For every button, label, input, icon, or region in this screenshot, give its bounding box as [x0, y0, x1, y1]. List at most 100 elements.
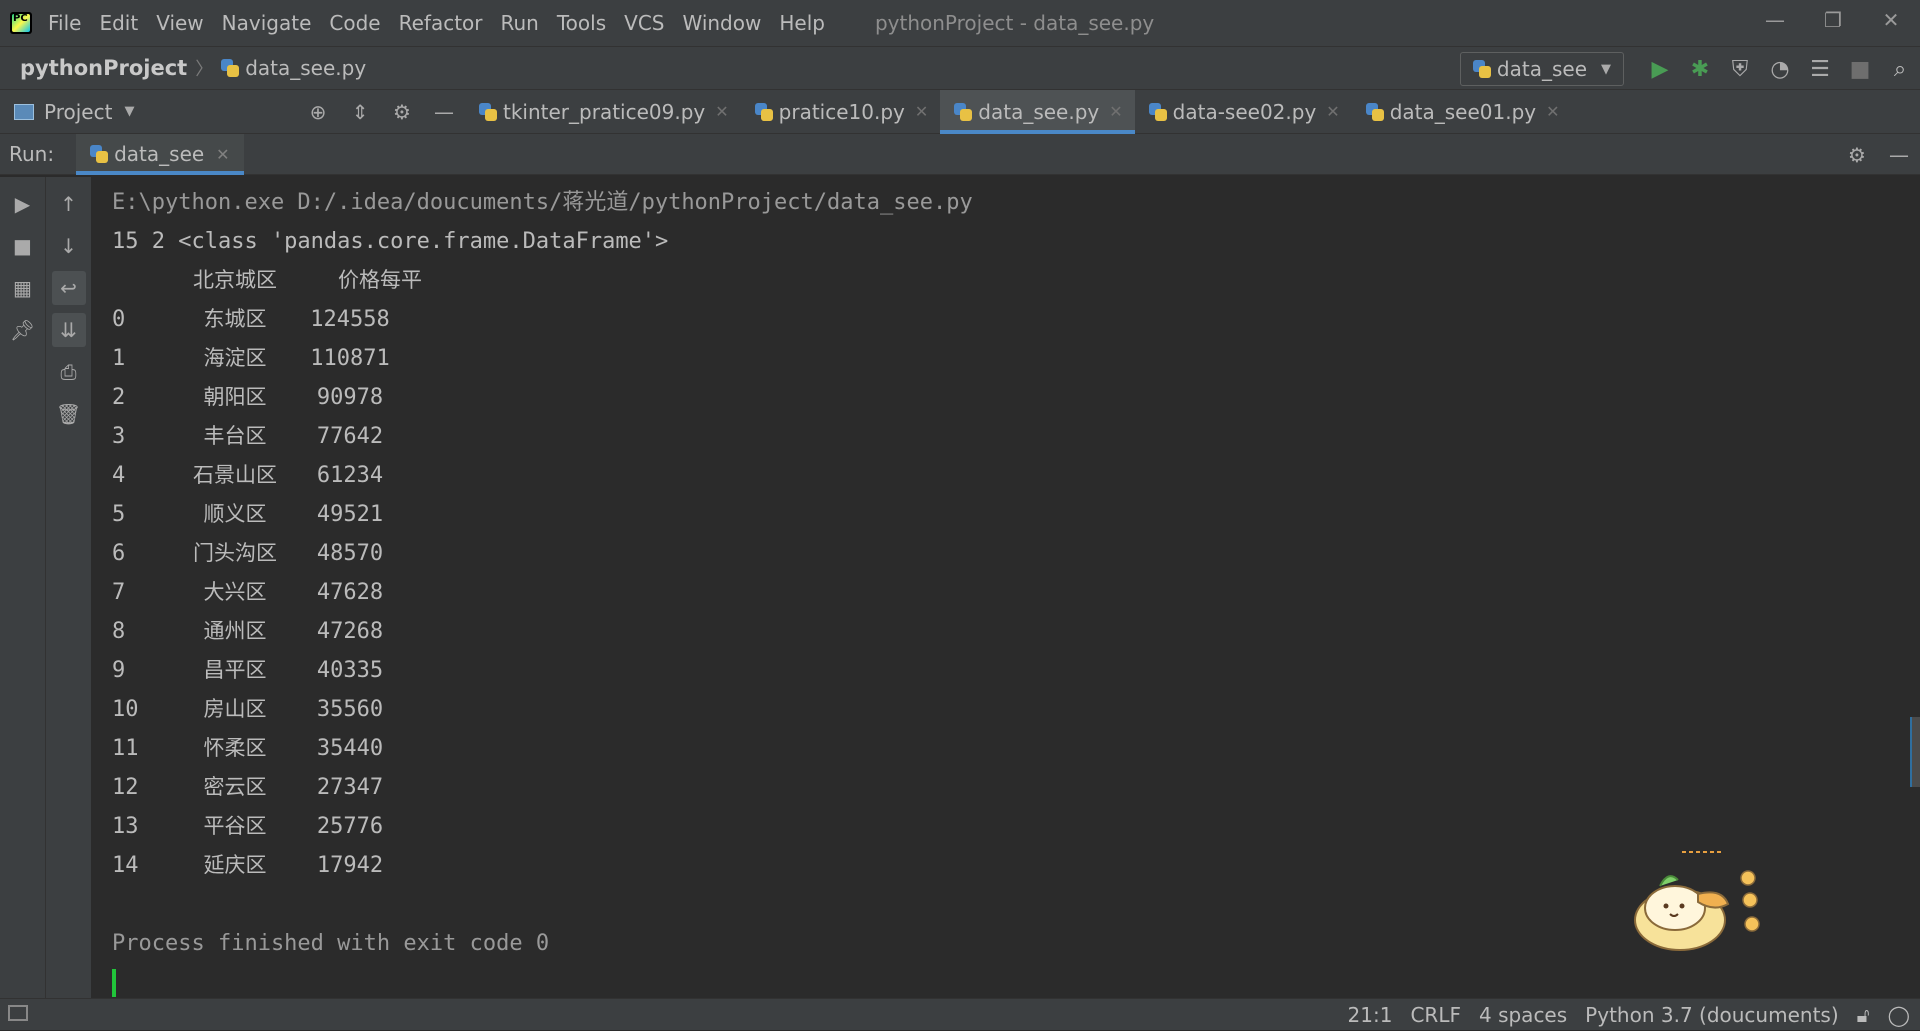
- row-index: 0: [112, 307, 126, 332]
- tab-data-see01[interactable]: data_see01.py ✕: [1352, 90, 1572, 134]
- title-bar: PC File Edit View Navigate Code Refactor…: [0, 0, 1920, 46]
- locate-icon[interactable]: ⊕: [297, 100, 339, 124]
- close-window-icon[interactable]: ✕: [1862, 0, 1920, 40]
- dataframe-row: 5 顺义区 49521: [112, 495, 1920, 534]
- row-index: 9: [112, 658, 126, 683]
- row-price: 47268: [316, 619, 384, 644]
- status-indent[interactable]: 4 spaces: [1479, 1003, 1567, 1027]
- status-line-ending[interactable]: CRLF: [1410, 1003, 1461, 1027]
- menu-navigate[interactable]: Navigate: [222, 11, 312, 35]
- row-district: 延庆区: [203, 853, 267, 877]
- run-toolbar: data_see ▼ ▶ ✱ ⛨ ◔ ☰ ■ ⌕: [1459, 47, 1920, 91]
- scrollbar-thumb[interactable]: [1910, 717, 1920, 787]
- row-price: 110871: [310, 346, 390, 371]
- menu-run[interactable]: Run: [501, 11, 539, 35]
- run-panel-label: Run:: [9, 142, 55, 166]
- python-file-icon: [1148, 102, 1167, 121]
- menu-view[interactable]: View: [156, 11, 203, 35]
- menu-tools[interactable]: Tools: [557, 11, 606, 35]
- run-tab-data-see[interactable]: data_see ✕: [76, 133, 245, 175]
- hide-icon[interactable]: —: [423, 100, 465, 124]
- print-icon[interactable]: ⎙: [52, 355, 86, 389]
- dataframe-row: 0 东城区 124558: [112, 300, 1920, 339]
- pin-icon[interactable]: 📌︎: [6, 313, 40, 347]
- menu-window[interactable]: Window: [682, 11, 761, 35]
- row-index: 14: [112, 853, 139, 878]
- minimize-icon[interactable]: —: [1746, 0, 1804, 40]
- dataframe-row: 8 通州区 47268: [112, 612, 1920, 651]
- python-file-icon: [1365, 102, 1384, 121]
- lock-icon[interactable]: 🔓︎: [1857, 1003, 1870, 1027]
- hide-icon[interactable]: —: [1878, 143, 1920, 167]
- row-price: 25776: [316, 814, 384, 839]
- soft-wrap-icon[interactable]: ↩: [51, 271, 86, 305]
- row-district: 朝阳区: [203, 385, 267, 409]
- python-file-icon: [754, 102, 773, 121]
- row-district: 丰台区: [203, 424, 267, 448]
- column-district: 北京城区: [193, 268, 277, 292]
- tab-data-see[interactable]: data_see.py ✕: [940, 89, 1136, 134]
- close-icon[interactable]: ✕: [1109, 102, 1122, 121]
- search-icon[interactable]: ⌕: [1880, 49, 1920, 89]
- console-caret: [112, 969, 116, 997]
- tab-pratice10[interactable]: pratice10.py ✕: [741, 90, 941, 134]
- dataframe-rows: 0 东城区 124558 1 海淀区 110871 2 朝阳区 90978 3 丰台区 77642 4 石…: [112, 300, 1920, 885]
- menu-refactor[interactable]: Refactor: [399, 11, 483, 35]
- gear-icon[interactable]: ⚙: [381, 100, 423, 124]
- layout-icon[interactable]: ▦: [6, 271, 40, 305]
- status-caret-position[interactable]: 21:1: [1348, 1003, 1393, 1027]
- project-icon: [14, 103, 34, 120]
- stop-icon[interactable]: ■: [1840, 49, 1880, 89]
- scroll-to-end-icon[interactable]: ⇊: [51, 313, 86, 347]
- run-panel-header: Run: data_see ✕ ⚙ —: [0, 133, 1920, 175]
- run-icon[interactable]: ▶: [1640, 49, 1680, 89]
- breadcrumb-file[interactable]: data_see.py: [245, 56, 366, 80]
- close-icon[interactable]: ✕: [1326, 102, 1339, 121]
- tab-tkinter-pratice09[interactable]: tkinter_pratice09.py ✕: [465, 90, 741, 134]
- editor-tab-row: Project ▼ ⊕ ⇕ ⚙ — tkinter_pratice09.py ✕…: [0, 89, 1920, 134]
- tab-data-see02[interactable]: data-see02.py ✕: [1135, 90, 1352, 134]
- tool-windows-toggle-icon[interactable]: [8, 1005, 28, 1021]
- row-price: 40335: [316, 658, 384, 683]
- close-icon[interactable]: ✕: [216, 145, 229, 164]
- status-interpreter[interactable]: Python 3.7 (doucuments): [1585, 1003, 1838, 1027]
- python-config-icon: [1472, 60, 1491, 78]
- arrow-up-icon[interactable]: ↑: [52, 187, 86, 221]
- window-title: pythonProject - data_see.py: [874, 11, 1155, 35]
- breadcrumb-project[interactable]: pythonProject: [20, 56, 187, 80]
- menu-code[interactable]: Code: [329, 11, 380, 35]
- run-actions-strip: ▶ ■ ▦ 📌︎: [0, 177, 46, 998]
- close-icon[interactable]: ✕: [715, 102, 728, 121]
- menu-file[interactable]: File: [48, 11, 81, 35]
- debug-icon[interactable]: ✱: [1680, 49, 1720, 89]
- menu-edit[interactable]: Edit: [99, 11, 138, 35]
- console-actions-strip: ↑ ↓ ↩ ⇊ ⎙ 🗑︎: [46, 177, 92, 998]
- arrow-down-icon[interactable]: ↓: [52, 229, 86, 263]
- stop-icon[interactable]: ■: [6, 229, 40, 263]
- close-icon[interactable]: ✕: [1546, 102, 1559, 121]
- trash-icon[interactable]: 🗑︎: [52, 397, 86, 431]
- profile-icon[interactable]: ◔: [1760, 49, 1800, 89]
- menu-vcs[interactable]: VCS: [624, 11, 664, 35]
- breadcrumb-separator-icon: 〉: [195, 59, 214, 80]
- restore-icon[interactable]: ❐: [1804, 0, 1862, 40]
- row-index: 13: [112, 814, 139, 839]
- notifications-icon[interactable]: ◯: [1888, 1003, 1910, 1027]
- tab-label: data_see01.py: [1389, 99, 1537, 124]
- collapse-all-icon[interactable]: ⇕: [339, 100, 381, 124]
- gear-icon[interactable]: ⚙: [1836, 143, 1878, 167]
- coverage-icon[interactable]: ⛨: [1720, 49, 1760, 89]
- console-output[interactable]: E:\python.exe D:/.idea/doucuments/蒋光道/py…: [92, 177, 1920, 998]
- row-district: 门头沟区: [193, 541, 277, 565]
- dataframe-row: 4 石景山区 61234: [112, 456, 1920, 495]
- menu-help[interactable]: Help: [779, 11, 825, 35]
- dataframe-row: 7 大兴区 47628: [112, 573, 1920, 612]
- rerun-icon[interactable]: ▶: [6, 187, 40, 221]
- run-configuration-select[interactable]: data_see ▼: [1459, 52, 1624, 86]
- chevron-down-icon[interactable]: ▼: [124, 104, 134, 119]
- pycharm-logo-icon: PC: [10, 12, 32, 34]
- project-tool-label[interactable]: Project: [44, 100, 112, 124]
- concurrency-icon[interactable]: ☰: [1800, 49, 1840, 89]
- row-price: 35440: [316, 736, 384, 761]
- close-icon[interactable]: ✕: [915, 102, 928, 121]
